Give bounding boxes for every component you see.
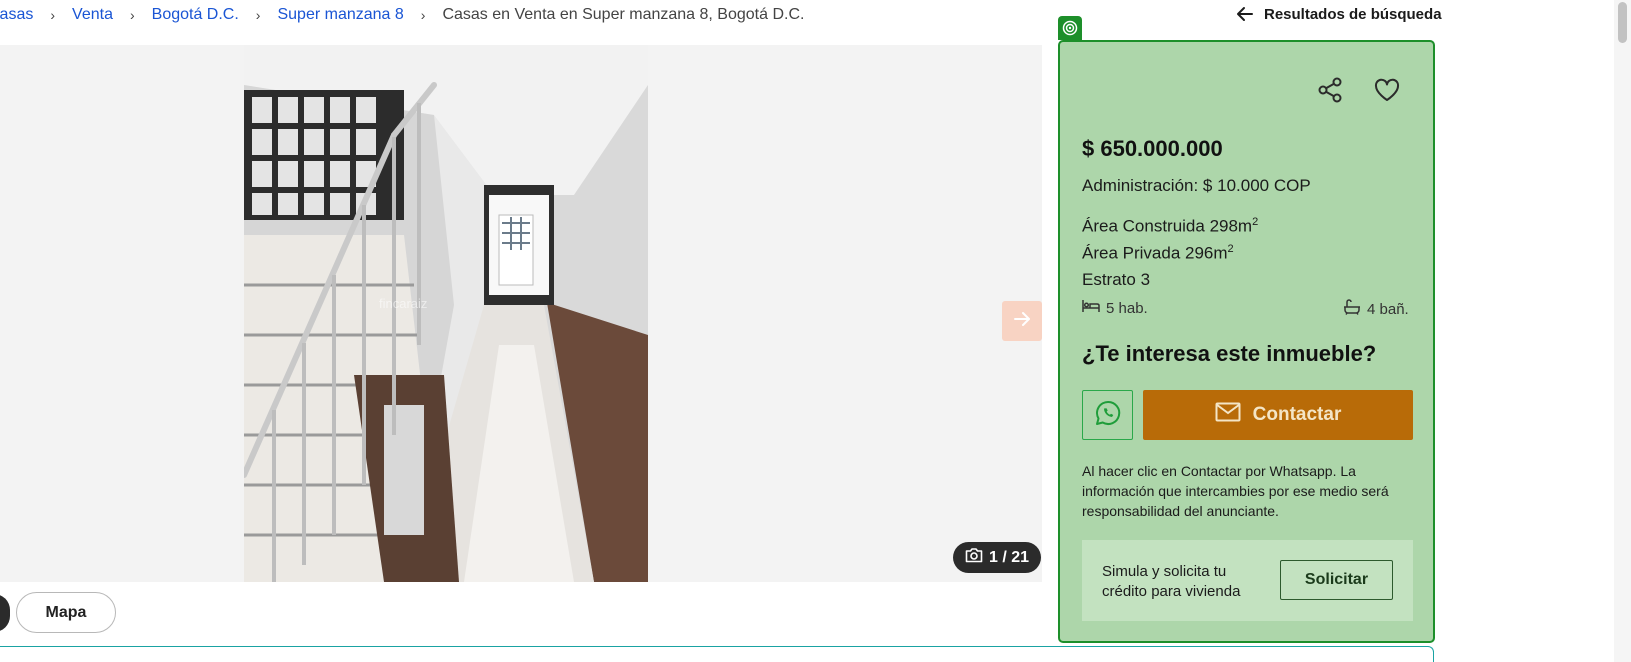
breadcrumb-link-bogota[interactable]: Bogotá D.C. [152, 6, 239, 24]
credit-simulator-box: Simula y solicita tu crédito para vivien… [1082, 540, 1413, 621]
private-area: Área Privada 296m2 [1082, 243, 1234, 263]
whatsapp-icon [1094, 399, 1122, 432]
section-border [0, 646, 1434, 662]
arrow-left-icon [1236, 5, 1254, 23]
built-area: Área Construida 298m2 [1082, 216, 1259, 236]
back-link-label: Resultados de búsqueda [1264, 5, 1442, 23]
next-photo-button[interactable] [1002, 301, 1042, 341]
camera-icon [965, 547, 983, 568]
contact-disclaimer: Al hacer clic en Contactar por Whatsapp.… [1082, 463, 1389, 519]
credit-text: Simula y solicita tu crédito para vivien… [1102, 563, 1241, 600]
rooms-count: 5 hab. [1106, 299, 1148, 317]
scrollbar-thumb[interactable] [1618, 2, 1627, 43]
photo-counter-badge: 1 / 21 [953, 542, 1042, 573]
mail-icon [1215, 402, 1241, 428]
bathtub-icon [1343, 299, 1361, 319]
interest-heading: ¿Te interesa este inmueble? [1082, 341, 1377, 366]
breadcrumb-link-casas[interactable]: Casas [0, 6, 33, 24]
photos-tab-button[interactable] [0, 594, 10, 632]
listing-photo[interactable]: fincaraiz [244, 45, 648, 582]
breadcrumb-separator: › [420, 7, 426, 23]
solicitar-button[interactable]: Solicitar [1280, 560, 1393, 600]
breadcrumb-link-venta[interactable]: Venta [72, 6, 113, 24]
bed-icon [1082, 299, 1100, 317]
breadcrumb-separator: › [50, 7, 56, 23]
rooms-info: 5 hab. [1082, 299, 1148, 317]
breadcrumb-current: Casas en Venta en Super manzana 8, Bogot… [442, 6, 805, 23]
breadcrumb-link-super-manzana[interactable]: Super manzana 8 [277, 6, 403, 24]
breadcrumb-separator: › [255, 7, 261, 23]
share-icon[interactable] [1316, 76, 1344, 104]
baths-count: 4 bañ. [1367, 300, 1409, 318]
contact-button-label: Contactar [1252, 404, 1342, 425]
photo-counter-text: 1 / 21 [989, 548, 1030, 566]
target-icon [1058, 16, 1082, 40]
administration-fee: Administración: $ 10.000 COP [1082, 176, 1311, 195]
page-scrollbar[interactable] [1614, 0, 1631, 662]
estrato: Estrato 3 [1082, 270, 1151, 289]
back-to-results-link[interactable]: Resultados de búsqueda [1236, 3, 1442, 25]
breadcrumb: Casas › Venta › Bogotá D.C. › Super manz… [0, 4, 804, 26]
listing-price: $ 650.000.000 [1082, 136, 1223, 161]
photo-gallery: fincaraiz 1 / 21 [0, 45, 1042, 582]
breadcrumb-separator: › [129, 7, 135, 23]
photo-watermark: fincaraiz [379, 296, 427, 311]
map-button[interactable]: Mapa [16, 592, 116, 633]
heart-icon[interactable] [1373, 76, 1401, 104]
contact-button[interactable]: Contactar [1143, 390, 1413, 440]
whatsapp-button[interactable] [1082, 390, 1133, 440]
baths-info: 4 bañ. [1343, 299, 1409, 319]
arrow-right-icon [1013, 310, 1031, 333]
